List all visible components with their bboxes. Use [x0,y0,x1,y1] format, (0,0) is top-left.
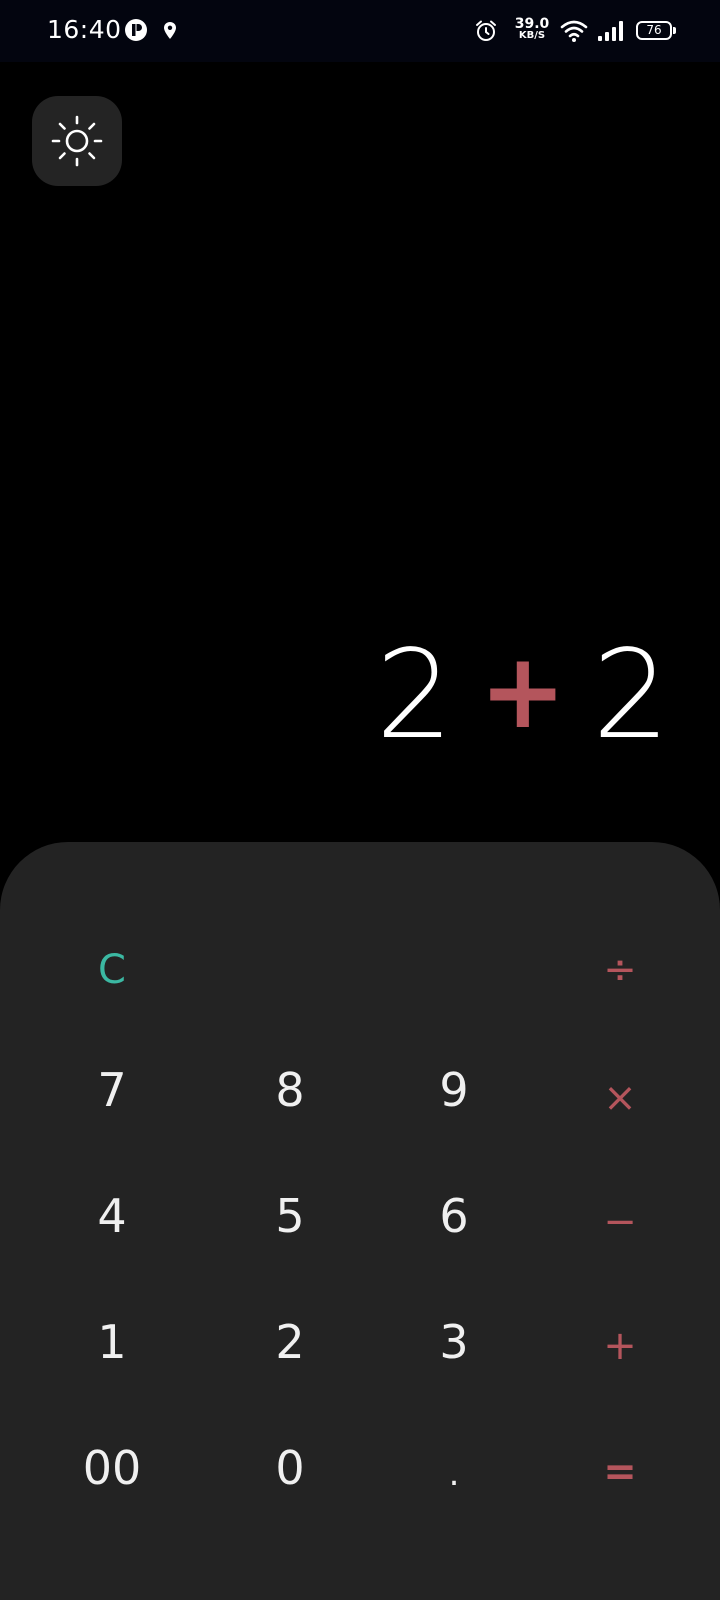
minus-button[interactable]: − [550,1172,690,1272]
display-operand-right: 2 [592,624,670,766]
double-zero-button[interactable]: 00 [42,1418,182,1518]
theme-toggle-button[interactable] [32,96,122,186]
digit-3-button[interactable]: 3 [384,1292,524,1392]
calculator-screen: 16:40 39.0 KB/S 76 2 + 2 C ÷ 7 8 9 × 4 5… [0,0,720,1600]
digit-8-button[interactable]: 8 [220,1040,360,1140]
divide-button[interactable]: ÷ [550,920,690,1020]
battery-level: 76 [646,23,662,37]
digit-6-button[interactable]: 6 [384,1166,524,1266]
battery-tip [673,27,676,34]
alarm-icon [476,20,496,41]
status-bar: 16:40 39.0 KB/S 76 [0,0,720,62]
digit-4-button[interactable]: 4 [42,1166,182,1266]
digit-5-button[interactable]: 5 [220,1166,360,1266]
digit-9-button[interactable]: 9 [384,1040,524,1140]
status-time: 16:40 [47,15,122,44]
clear-button[interactable]: C [42,920,182,1020]
network-speed-unit: KB/S [518,30,546,41]
battery-icon: 76 [636,21,672,40]
app-notification-icon [125,19,147,41]
location-icon [164,22,176,39]
digit-0-button[interactable]: 0 [220,1418,360,1518]
network-speed-value: 39.0 [514,16,550,32]
sun-icon [51,115,103,167]
equals-button[interactable]: = [550,1422,690,1522]
signal-icon [598,21,623,41]
display-operator: + [479,630,567,752]
decimal-point-button[interactable]: . [384,1424,524,1524]
plus-button[interactable]: + [550,1296,690,1396]
display-operand-left: 2 [375,624,454,766]
network-speed: 39.0 KB/S [514,17,550,41]
expression-display: 2 + 2 [376,624,670,766]
keypad: C ÷ 7 8 9 × 4 5 6 − 1 2 3 + 00 0 . = [0,842,720,1600]
digit-2-button[interactable]: 2 [220,1292,360,1392]
wifi-icon [560,20,588,42]
digit-1-button[interactable]: 1 [42,1292,182,1392]
multiply-button[interactable]: × [550,1048,690,1148]
digit-7-button[interactable]: 7 [42,1040,182,1140]
